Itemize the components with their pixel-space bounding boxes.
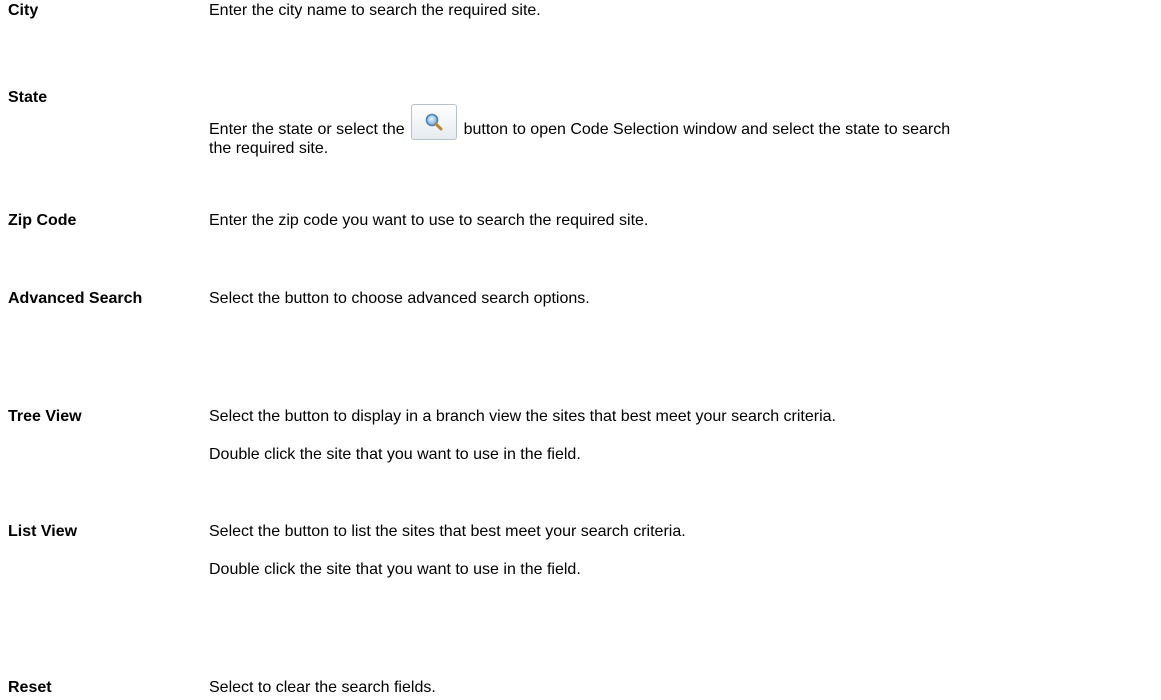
field-desc-list-view: Select the button to list the sites that… [209, 523, 686, 540]
field-desc-city: Enter the city name to search the requir… [209, 2, 541, 19]
field-term-reset: Reset [8, 679, 52, 696]
magnifier-icon [425, 113, 443, 131]
field-desc-advanced-search: Select the button to choose advanced sea… [209, 290, 590, 307]
field-desc-tree-view: Select the button to display in a branch… [209, 408, 836, 425]
field-term-list-view: List View [8, 523, 78, 540]
code-selection-button[interactable] [411, 104, 458, 140]
field-term-advanced-search: Advanced Search [8, 290, 143, 307]
field-term-zip: Zip Code [8, 212, 77, 229]
field-desc-reset: Select to clear the search fields. [209, 679, 436, 696]
field-term-tree-view: Tree View [8, 408, 82, 425]
field-term-city: City [8, 2, 39, 19]
field-desc2-list-view: Double click the site that you want to u… [209, 561, 581, 578]
field-desc-state: Enter the state or select the button to … [209, 104, 969, 158]
field-desc-zip: Enter the zip code you want to use to se… [209, 212, 649, 229]
field-desc2-tree-view: Double click the site that you want to u… [209, 446, 581, 463]
field-term-state: State [8, 89, 48, 106]
state-desc-before: Enter the state or select the [209, 121, 405, 138]
